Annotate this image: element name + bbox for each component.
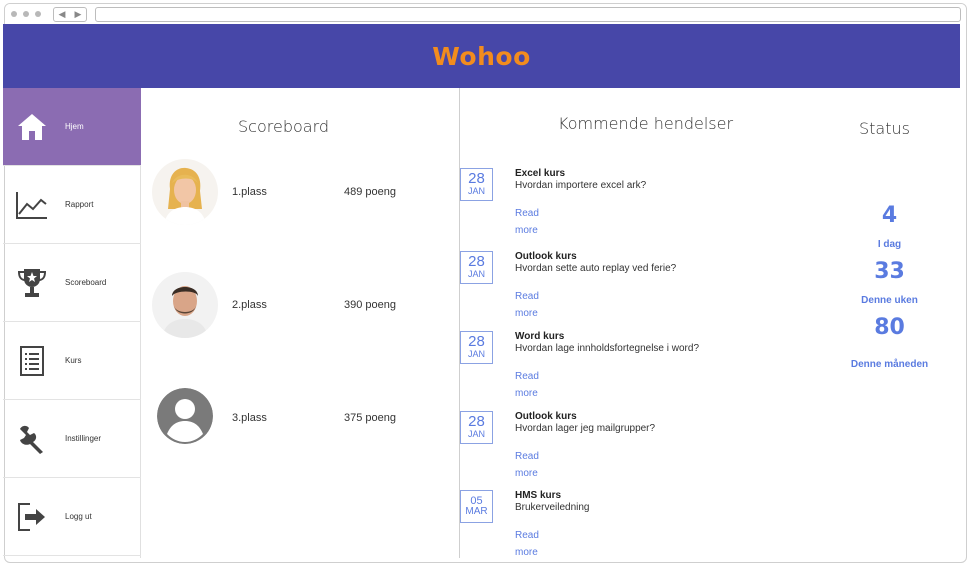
sidebar-item-rapport[interactable]: Rapport (3, 166, 141, 244)
event-item: 05 MAR HMS kurs Brukerveiledning Read mo… (460, 490, 830, 570)
event-month: JAN (467, 186, 485, 196)
back-arrow-icon[interactable]: ◀ (59, 9, 66, 20)
event-description: Hvordan lager jeg mailgrupper? (515, 423, 656, 434)
stat-label-month: Denne måneden (850, 359, 929, 370)
event-item: 28 JAN Word kurs Hvordan lage innholdsfo… (460, 331, 830, 411)
list-icon (15, 344, 49, 378)
event-month: JAN (467, 349, 485, 359)
event-item: 28 JAN Outlook kurs Hvordan lager jeg ma… (460, 411, 830, 491)
event-description: Hvordan lage innholdsfortegnelse i word? (515, 343, 700, 354)
event-title: HMS kurs (515, 490, 562, 501)
event-title: Outlook kurs (515, 251, 577, 262)
sidebar-item-label: Rapport (65, 200, 94, 209)
forward-arrow-icon[interactable]: ▶ (75, 9, 82, 20)
scoreboard-title: Scoreboard (238, 117, 330, 136)
event-read-link[interactable]: Read (515, 451, 539, 462)
player-avatar (152, 272, 218, 338)
event-date: 28 JAN (460, 331, 493, 364)
event-more-link[interactable]: more (515, 225, 538, 236)
wrench-icon (15, 422, 49, 456)
sidebar-item-label: Scoreboard (65, 278, 107, 287)
event-date: 28 JAN (460, 411, 493, 444)
browser-nav-buttons[interactable]: ◀ ▶ (53, 7, 87, 22)
event-description: Hvordan sette auto replay ved ferie? (515, 263, 677, 274)
event-month: JAN (467, 429, 485, 439)
window-maximize-dot[interactable] (35, 11, 41, 17)
event-date: 28 JAN (460, 251, 493, 284)
chart-icon (15, 188, 49, 222)
event-read-link[interactable]: Read (515, 291, 539, 302)
stat-value-week: 33 (874, 259, 905, 284)
events-title: Kommende hendelser (558, 114, 734, 133)
sidebar-item-instillinger[interactable]: Instillinger (3, 400, 141, 478)
sidebar-item-label: Kurs (65, 356, 82, 365)
scoreboard-row[interactable]: 2.plass 390 poeng (152, 272, 452, 340)
event-date: 05 MAR (460, 490, 493, 523)
player-place: 2.plass (232, 299, 267, 311)
event-more-link[interactable]: more (515, 547, 538, 558)
event-description: Hvordan importere excel ark? (515, 180, 647, 191)
event-more-link[interactable]: more (515, 388, 538, 399)
logout-icon (15, 500, 49, 534)
window-close-dot[interactable] (11, 11, 17, 17)
event-month: MAR (465, 506, 488, 517)
sidebar-item-scoreboard[interactable]: Scoreboard (3, 244, 141, 322)
scoreboard-row[interactable]: 3.plass 375 poeng (152, 385, 452, 453)
status-title: Status (859, 119, 910, 138)
event-title: Word kurs (515, 331, 565, 342)
sidebar-item-hjem[interactable]: Hjem (3, 88, 141, 166)
event-title: Excel kurs (515, 168, 566, 179)
sidebar-item-logg-ut[interactable]: Logg ut (3, 478, 141, 556)
sidebar-item-kurs[interactable]: Kurs (3, 322, 141, 400)
events-panel: Kommende hendelser 28 JAN Excel kurs Hvo… (460, 88, 830, 558)
sidebar-item-label: Logg ut (65, 512, 92, 521)
event-title: Outlook kurs (515, 411, 577, 422)
window-minimize-dot[interactable] (23, 11, 29, 17)
stat-label-today: I dag (877, 239, 902, 250)
event-day: 28 (468, 253, 485, 270)
player-place: 3.plass (232, 412, 267, 424)
stat-label-week: Denne uken (861, 295, 918, 306)
status-panel: Status 4 I dag 33 Denne uken 80 Denne må… (832, 88, 957, 558)
event-read-link[interactable]: Read (515, 208, 539, 219)
player-place: 1.plass (232, 186, 267, 198)
default-user-icon (157, 388, 213, 444)
player-points: 390 poeng (344, 299, 396, 311)
trophy-icon (15, 266, 49, 300)
player-avatar (152, 159, 218, 225)
event-item: 28 JAN Excel kurs Hvordan importere exce… (460, 168, 830, 248)
scoreboard-panel: Scoreboard 1.plass 489 poeng 2.plass 390… (142, 88, 460, 558)
event-day: 28 (468, 413, 485, 430)
event-more-link[interactable]: more (515, 308, 538, 319)
player-points: 375 poeng (344, 412, 396, 424)
scoreboard-row[interactable]: 1.plass 489 poeng (152, 159, 452, 227)
address-bar[interactable] (95, 7, 961, 22)
event-read-link[interactable]: Read (515, 371, 539, 382)
app-header: Wohoo (3, 24, 960, 88)
event-month: JAN (467, 269, 485, 279)
event-description: Brukerveiledning (515, 502, 590, 513)
event-read-link[interactable]: Read (515, 530, 539, 541)
sidebar-item-label: Instillinger (65, 434, 102, 443)
sidebar: Hjem Rapport Scoreboard Kurs Instillinge… (3, 88, 141, 558)
sidebar-item-label: Hjem (65, 122, 84, 131)
home-icon (15, 110, 49, 144)
browser-toolbar: ◀ ▶ (5, 4, 966, 26)
event-item: 28 JAN Outlook kurs Hvordan sette auto r… (460, 251, 830, 331)
stat-value-month: 80 (874, 315, 905, 340)
event-day: 28 (468, 333, 485, 350)
event-date: 28 JAN (460, 168, 493, 201)
event-day: 28 (468, 170, 485, 187)
stat-value-today: 4 (881, 203, 898, 228)
event-more-link[interactable]: more (515, 468, 538, 479)
app-logo[interactable]: Wohoo (432, 42, 531, 71)
player-points: 489 poeng (344, 186, 396, 198)
